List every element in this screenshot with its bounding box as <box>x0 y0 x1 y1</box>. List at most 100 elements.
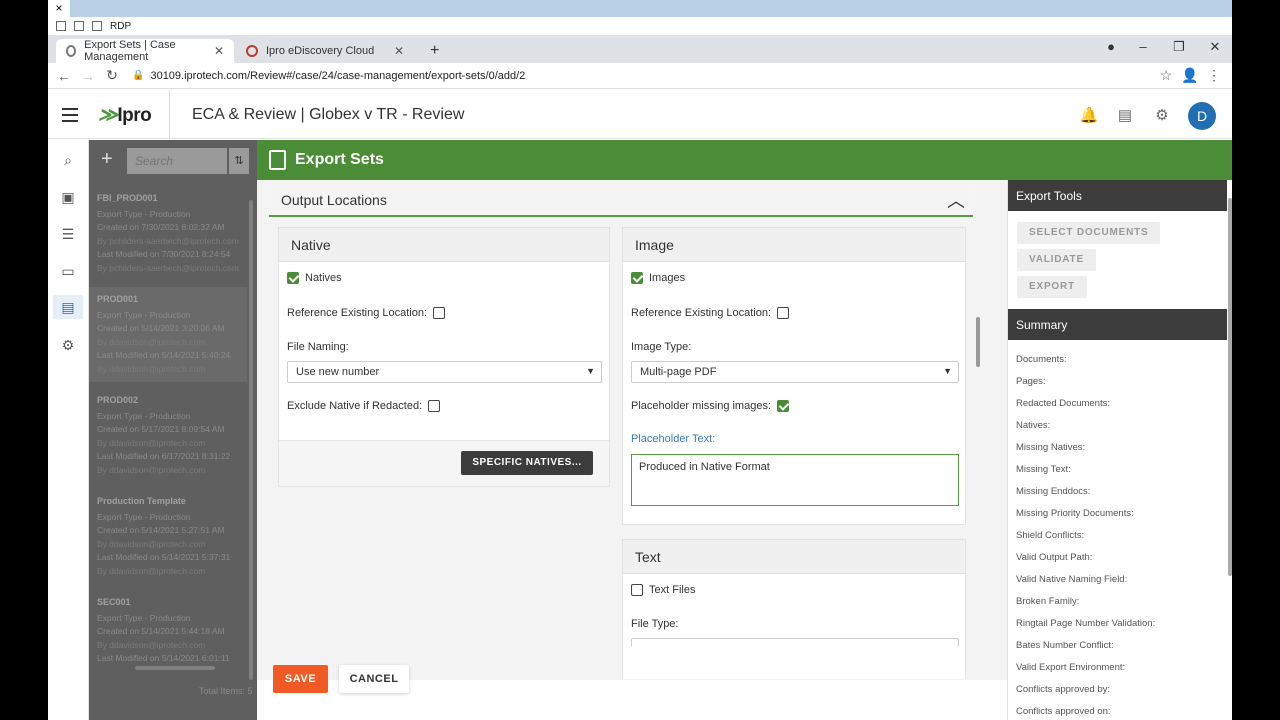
rdp-titlebar: × <box>48 0 1232 17</box>
new-tab-button[interactable]: + <box>420 39 449 63</box>
native-ref-row: Reference Existing Location: <box>287 307 446 319</box>
list-item[interactable]: PROD002 Export Type - Production Created… <box>89 388 247 483</box>
lock-icon[interactable]: 🔒 <box>132 70 144 81</box>
list-item-name: PROD001 <box>97 294 139 304</box>
summary-row: Bates Number Conflict: <box>1016 640 1114 651</box>
messages-icon[interactable]: ▤ <box>1115 106 1135 124</box>
natives-checkbox[interactable] <box>287 272 299 284</box>
list-item-type: Export Type - Production <box>97 309 191 320</box>
rdp-close-icon[interactable]: × <box>48 0 70 17</box>
export-set-list-panel: + ⇅ FBI_PROD001 Export Type - Production… <box>89 140 257 720</box>
list-item[interactable]: PROD001 Export Type - Production Created… <box>89 287 247 382</box>
summary-scrollbar[interactable] <box>1228 198 1232 576</box>
header-divider <box>169 90 170 139</box>
export-tools-panel: Export Tools SELECT DOCUMENTS VALIDATE E… <box>1007 180 1232 720</box>
export-file-icon[interactable]: ▤ <box>53 295 83 319</box>
rdp-label: RDP <box>110 20 132 32</box>
list-item-type: Export Type - Production <box>97 410 191 421</box>
back-icon[interactable]: ← <box>52 68 76 84</box>
placeholder-missing-checkbox[interactable] <box>777 400 790 412</box>
settings-gear-icon[interactable]: ⚙ <box>1152 106 1172 124</box>
list-horizontal-scrollbar[interactable] <box>135 666 215 670</box>
export-sets-header: Export Sets <box>257 140 1232 180</box>
restore-icon[interactable]: ❐ <box>1164 39 1194 55</box>
users-list-icon[interactable]: ☰ <box>56 222 80 246</box>
total-items-count: Total Items: 5 <box>199 686 253 696</box>
tab-export-sets[interactable]: Export Sets | Case Management ✕ <box>56 39 234 63</box>
images-checkbox[interactable] <box>631 272 643 284</box>
native-ref-checkbox[interactable] <box>433 307 446 319</box>
exclude-native-label: Exclude Native if Redacted: <box>287 400 423 412</box>
search-icon[interactable]: ⌕ <box>56 148 80 172</box>
image-type-select[interactable]: Multi-page PDF ▼ <box>631 361 959 383</box>
image-ref-checkbox[interactable] <box>777 307 790 319</box>
monitor-icon[interactable]: ▭ <box>56 259 80 283</box>
native-card: Native Natives Reference Existing Locati… <box>278 227 610 487</box>
list-vertical-scrollbar[interactable] <box>249 200 253 680</box>
specific-natives-button[interactable]: SPECIFIC NATIVES... <box>461 451 593 475</box>
image-ref-row: Reference Existing Location: <box>631 307 790 319</box>
reload-icon[interactable]: ↻ <box>100 67 124 84</box>
exclude-native-checkbox[interactable] <box>428 400 441 412</box>
output-locations-section-header[interactable]: Output Locations ︿ <box>269 183 973 217</box>
minimize-icon[interactable]: – <box>1128 39 1158 54</box>
native-ref-label: Reference Existing Location: <box>287 307 428 319</box>
remote-desktop-frame: × RDP Export Sets | Case Management ✕ Ip… <box>48 0 1232 720</box>
hamburger-menu-icon[interactable] <box>62 108 78 126</box>
documents-icon[interactable]: ▣ <box>56 185 80 209</box>
placeholder-missing-label: Placeholder missing images: <box>631 400 772 412</box>
export-tools-title: Export Tools <box>1008 180 1227 211</box>
user-avatar[interactable]: D <box>1188 102 1216 130</box>
sort-icon[interactable]: ⇅ <box>229 148 249 174</box>
text-files-checkbox[interactable] <box>631 584 643 596</box>
validate-button[interactable]: VALIDATE <box>1017 249 1096 271</box>
list-item-modified: Last Modified on 7/30/2021 8:24:54 <box>97 249 231 259</box>
select-documents-button[interactable]: SELECT DOCUMENTS <box>1017 222 1161 244</box>
tab-ipro-ediscovery[interactable]: Ipro eDiscovery Cloud ✕ <box>236 39 414 63</box>
main-content: Export Sets Output Locations ︿ Native Na… <box>257 140 1232 720</box>
settings-icon[interactable]: ⚙ <box>56 333 80 357</box>
tab-title: Ipro eDiscovery Cloud <box>266 45 375 57</box>
browser-menu-icon[interactable]: ⋮ <box>1202 67 1226 84</box>
close-tab-icon[interactable]: ✕ <box>394 44 404 58</box>
rdp-connection-icon <box>92 21 102 31</box>
summary-row: Documents: <box>1016 354 1067 365</box>
list-item[interactable]: SEC001 Export Type - Production Created … <box>89 590 247 672</box>
chevron-down-icon: ▼ <box>586 366 595 376</box>
save-button[interactable]: SAVE <box>273 665 328 693</box>
rdp-pin-icon[interactable] <box>56 21 66 31</box>
file-naming-select[interactable]: Use new number ▼ <box>287 361 602 383</box>
list-item[interactable]: Production Template Export Type - Produc… <box>89 489 247 584</box>
profile-icon[interactable]: 👤 <box>1178 67 1202 84</box>
close-tab-icon[interactable]: ✕ <box>214 44 224 58</box>
app-title: ECA & Review | Globex v TR - Review <box>192 106 465 123</box>
list-item-name: PROD002 <box>97 395 139 405</box>
list-search-input[interactable] <box>127 148 227 174</box>
profile-dot-icon[interactable]: ● <box>1096 39 1126 54</box>
add-export-set-button[interactable]: + <box>101 148 113 171</box>
list-item-author: By ddavidson@iprotech.com <box>97 538 206 549</box>
form-scrollbar[interactable] <box>976 317 980 367</box>
list-item-modified: Last Modified on 5/14/2021 5:37:31 <box>97 552 231 562</box>
summary-row: Missing Text: <box>1016 464 1071 475</box>
list-item-modifier: By pchilders-aaerbech@iprotech.com <box>97 262 239 273</box>
placeholder-text-input[interactable]: Produced in Native Format <box>631 454 959 506</box>
export-button[interactable]: EXPORT <box>1017 276 1087 298</box>
bookmark-star-icon[interactable]: ☆ <box>1154 67 1178 84</box>
close-window-icon[interactable]: ✕ <box>1200 39 1230 55</box>
chevron-up-icon[interactable]: ︿ <box>947 187 965 213</box>
file-type-label: File Type: <box>631 618 679 630</box>
list-item[interactable]: FBI_PROD001 Export Type - Production Cre… <box>89 186 247 281</box>
left-nav-rail: ⌕ ▣ ☰ ▭ ▤ ⚙ <box>48 140 89 720</box>
placeholder-text-label: Placeholder Text: <box>631 433 716 445</box>
summary-row: Broken Family: <box>1016 596 1080 607</box>
ipro-logo: ≫Ipro <box>98 105 152 126</box>
forward-icon[interactable]: → <box>76 68 100 84</box>
rdp-options-icon[interactable] <box>74 21 84 31</box>
cancel-button[interactable]: CANCEL <box>339 665 409 693</box>
file-type-select[interactable] <box>631 638 959 647</box>
image-card: Image Images Reference Existing Location… <box>622 227 966 525</box>
url-field[interactable]: 30109.iprotech.com/Review#/case/24/case-… <box>150 70 525 82</box>
list-item-type: Export Type - Production <box>97 511 191 522</box>
notification-bell-icon[interactable]: 🔔 <box>1079 106 1099 124</box>
